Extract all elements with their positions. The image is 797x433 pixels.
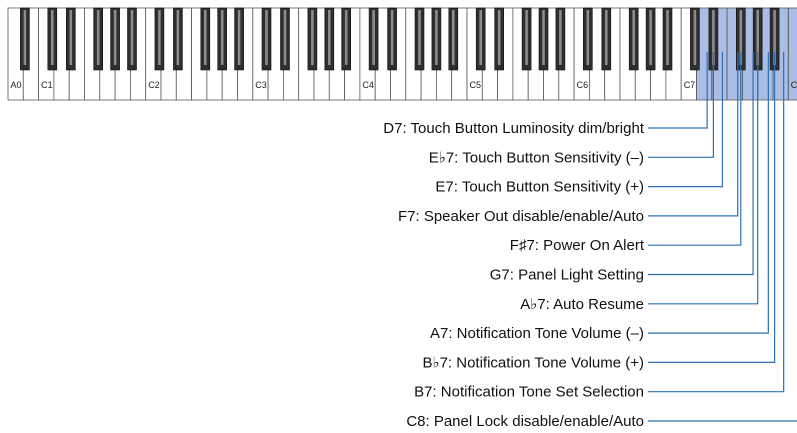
black-key xyxy=(368,7,379,71)
black-key xyxy=(475,7,486,71)
black-key xyxy=(521,7,532,71)
black-key xyxy=(200,7,211,71)
octave-label: A0 xyxy=(11,80,22,90)
callout-label: B♭7: Notification Tone Volume (+) xyxy=(423,354,645,371)
black-key xyxy=(555,7,566,71)
black-key xyxy=(234,7,244,71)
black-key xyxy=(307,7,318,71)
black-key xyxy=(494,7,505,71)
black-key xyxy=(387,7,397,71)
octave-label: C4 xyxy=(362,80,374,90)
black-key xyxy=(110,7,120,71)
black-key xyxy=(582,7,593,71)
callout-label: C8: Panel Lock disable/enable/Auto xyxy=(406,413,644,430)
black-key xyxy=(448,7,459,71)
black-key xyxy=(93,7,103,71)
callout-label: F♯7: Power On Alert xyxy=(510,237,645,254)
black-key xyxy=(217,7,227,71)
black-key xyxy=(280,7,290,71)
black-key xyxy=(662,7,673,71)
octave-label: C5 xyxy=(470,80,482,90)
black-key xyxy=(127,7,137,71)
black-key xyxy=(628,7,639,71)
black-key xyxy=(601,7,612,71)
white-keys xyxy=(7,7,797,101)
octave-label: C3 xyxy=(255,80,267,90)
black-key xyxy=(341,7,352,71)
octave-label: C1 xyxy=(41,80,53,90)
callout-label: F7: Speaker Out disable/enable/Auto xyxy=(398,208,644,225)
black-key xyxy=(154,7,165,71)
callout-label: A♭7: Auto Resume xyxy=(520,296,644,313)
callout-label: D7: Touch Button Luminosity dim/bright xyxy=(383,120,645,137)
octave-label: C2 xyxy=(148,80,160,90)
octave-label: C6 xyxy=(577,80,589,90)
black-key xyxy=(20,7,30,71)
callout-label: E7: Touch Button Sensitivity (+) xyxy=(435,179,644,196)
black-key xyxy=(414,7,425,71)
keyboard-diagram: A0 C1 C2 C3 C4 C5 C6 C7 C8 D7: Touch Button Lumi… xyxy=(7,7,797,430)
black-key xyxy=(690,7,700,71)
black-key xyxy=(173,7,183,71)
octave-label: C8 xyxy=(791,80,797,90)
black-key xyxy=(66,7,76,71)
black-key xyxy=(47,7,58,71)
callout-label: E♭7: Touch Button Sensitivity (–) xyxy=(429,149,644,166)
black-key xyxy=(645,7,656,71)
black-key xyxy=(431,7,442,71)
octave-label: C7 xyxy=(684,80,696,90)
callout-label: B7: Notification Tone Set Selection xyxy=(414,384,644,401)
leader-line xyxy=(648,52,785,393)
callout-label: A7: Notification Tone Volume (–) xyxy=(430,325,644,342)
black-key xyxy=(324,7,335,71)
black-key xyxy=(261,7,272,71)
callout: B7: Notification Tone Set Selection xyxy=(414,52,785,401)
black-key xyxy=(538,7,549,71)
callout-label: G7: Panel Light Setting xyxy=(490,267,644,284)
callouts: D7: Touch Button Luminosity dim/bright E♭… xyxy=(383,52,797,430)
